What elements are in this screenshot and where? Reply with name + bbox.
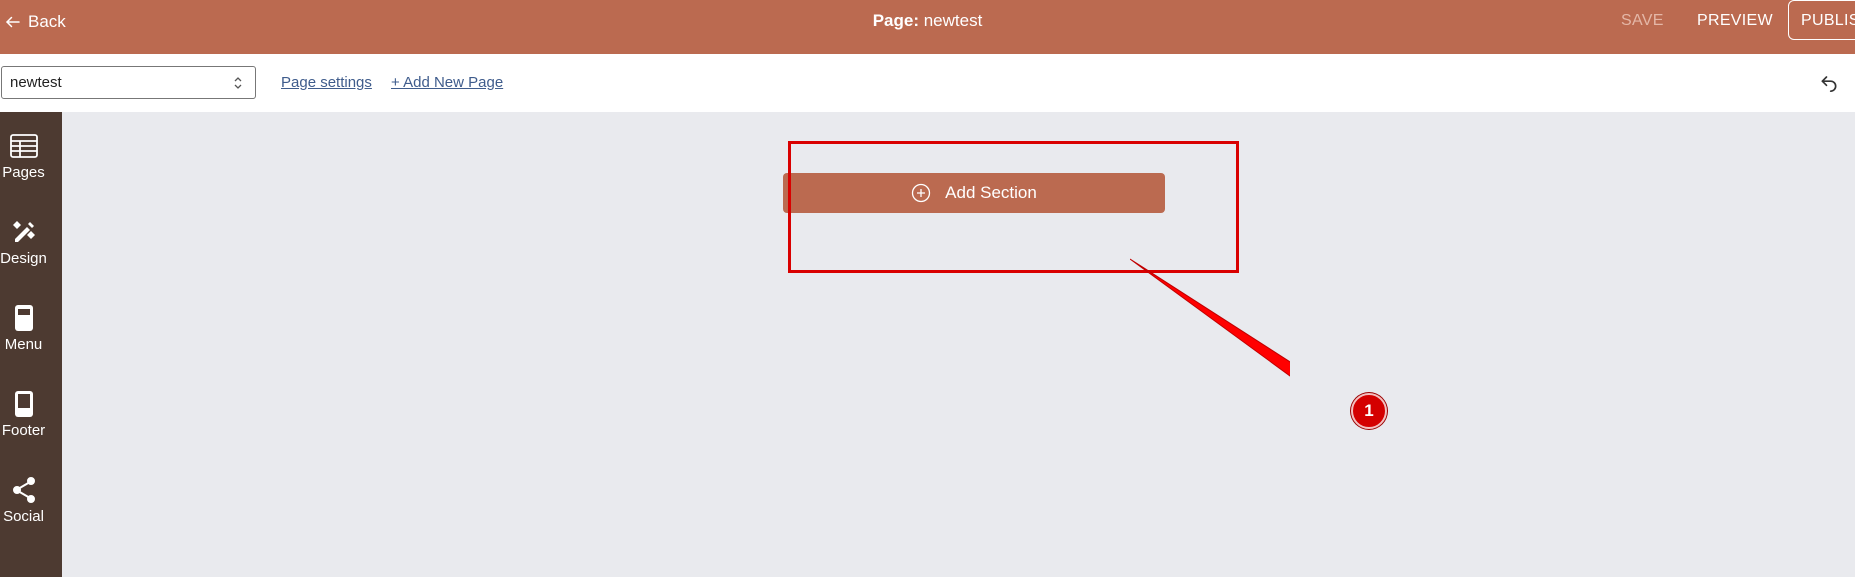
top-bar: Back Page: newtest SAVE PREVIEW PUBLIS <box>0 0 1855 54</box>
sidebar-item-label: Pages <box>2 164 45 181</box>
table-icon <box>9 134 38 158</box>
page-title-name: newtest <box>923 11 983 30</box>
share-icon <box>12 477 35 503</box>
sidebar-item-label: Social <box>3 508 44 525</box>
callout-pointer <box>1130 258 1290 377</box>
page-title: Page: newtest <box>0 11 1855 31</box>
add-new-page-link[interactable]: + Add New Page <box>391 74 503 91</box>
save-button[interactable]: SAVE <box>1621 12 1664 30</box>
page-title-prefix: Page: <box>872 11 919 30</box>
page-select[interactable]: newtest <box>1 66 256 99</box>
footer-layout-icon <box>14 391 33 417</box>
chevron-up-down-icon <box>234 77 242 89</box>
sidebar-item-label: Footer <box>1 422 46 439</box>
highlight-box <box>788 141 1239 273</box>
page-toolbar: newtest Page settings + Add New Page <box>0 54 1855 112</box>
sidebar-item-label: Design <box>0 250 47 267</box>
page-settings-link[interactable]: Page settings <box>281 74 372 91</box>
sidebar-item-design[interactable]: Design <box>0 217 47 267</box>
preview-button[interactable]: PREVIEW <box>1697 12 1773 30</box>
publish-button[interactable]: PUBLIS <box>1788 0 1855 40</box>
page-select-value: newtest <box>10 74 62 91</box>
sidebar-item-social[interactable]: Social <box>0 475 47 525</box>
sidebar-item-menu[interactable]: Menu <box>0 303 47 353</box>
sidebar-item-label: Menu <box>4 336 43 353</box>
left-sidebar: Pages Design Menu Footer Social <box>0 112 62 577</box>
sidebar-item-footer[interactable]: Footer <box>0 389 47 439</box>
undo-icon[interactable] <box>1819 72 1839 92</box>
sidebar-item-pages[interactable]: Pages <box>0 131 47 181</box>
design-tools-icon <box>12 221 35 242</box>
menu-layout-icon <box>14 305 33 331</box>
step-badge: 1 <box>1351 393 1387 429</box>
